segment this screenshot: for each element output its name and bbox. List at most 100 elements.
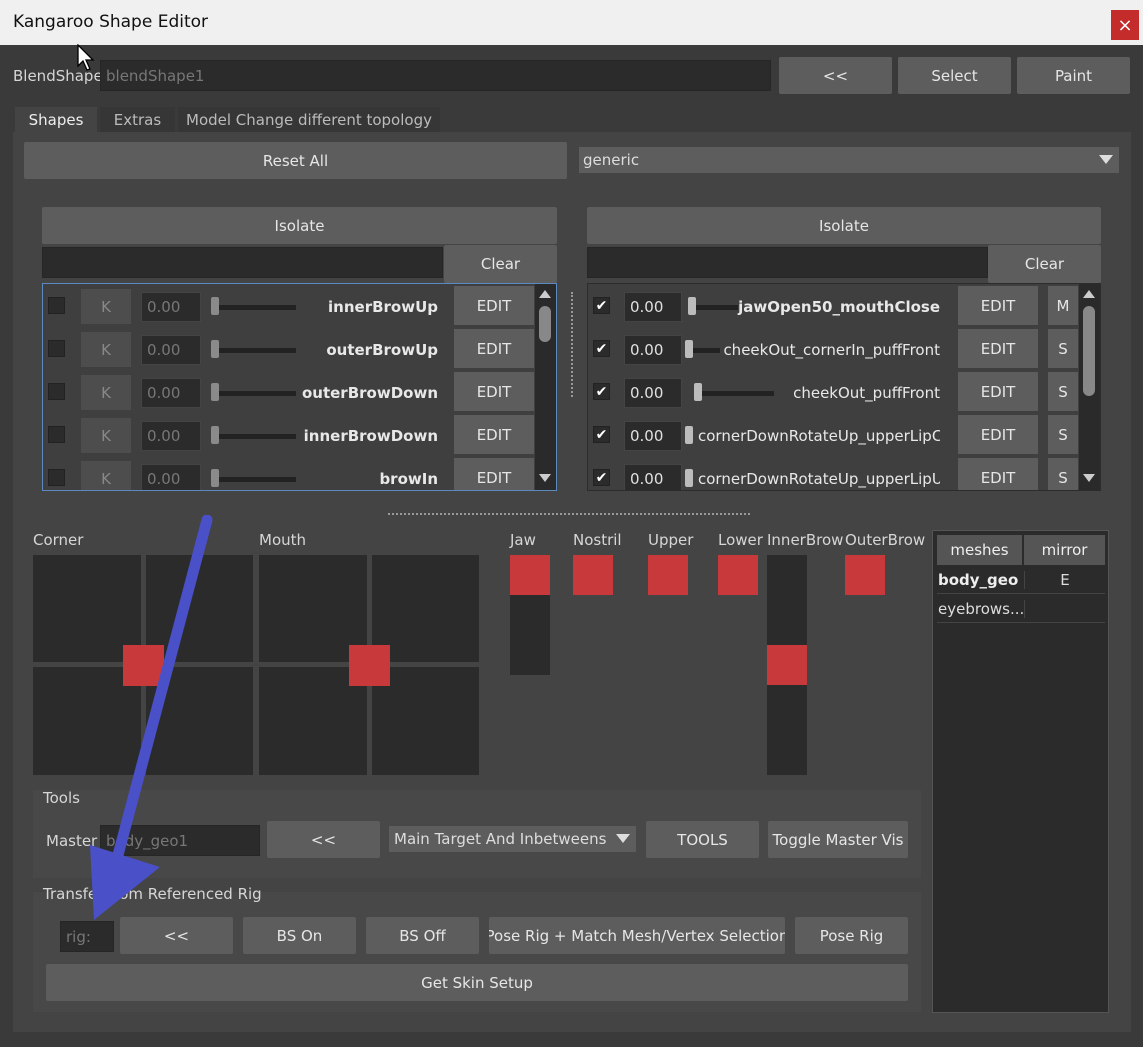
- weight-field[interactable]: 0.00: [141, 378, 201, 408]
- weight-slider-handle[interactable]: [211, 426, 219, 444]
- edit-button[interactable]: EDIT: [454, 329, 534, 368]
- weight-slider-handle[interactable]: [211, 469, 219, 487]
- lower-handle[interactable]: [718, 555, 758, 595]
- right-isolate-button[interactable]: Isolate: [587, 207, 1101, 244]
- weight-slider-handle[interactable]: [211, 383, 219, 401]
- inner-brow-slider-handle[interactable]: [767, 645, 807, 685]
- edit-button[interactable]: EDIT: [958, 286, 1038, 325]
- shape-checkbox[interactable]: [48, 469, 65, 486]
- table-row[interactable]: eyebrows...: [937, 595, 1105, 623]
- weight-field[interactable]: 0.00: [141, 464, 201, 490]
- shape-checkbox[interactable]: ✔: [593, 383, 610, 400]
- shape-checkbox[interactable]: [48, 340, 65, 357]
- weight-field[interactable]: 0.00: [624, 292, 682, 322]
- edit-button[interactable]: EDIT: [958, 458, 1038, 490]
- pose-rig-match-button[interactable]: Pose Rig + Match Mesh/Vertex Selection: [489, 917, 785, 954]
- edit-button[interactable]: EDIT: [958, 329, 1038, 368]
- master-back-button[interactable]: <<: [267, 821, 380, 858]
- weight-field[interactable]: 0.00: [624, 335, 682, 365]
- weight-field[interactable]: 0.00: [624, 378, 682, 408]
- tab-shapes[interactable]: Shapes: [15, 107, 97, 133]
- nostril-handle[interactable]: [573, 555, 613, 595]
- tab-model-change[interactable]: Model Change different topology: [178, 107, 440, 133]
- horizontal-splitter[interactable]: [388, 513, 750, 515]
- key-button[interactable]: K: [81, 375, 131, 410]
- weight-slider-handle[interactable]: [211, 340, 219, 358]
- vertical-splitter[interactable]: [571, 292, 573, 397]
- table-row[interactable]: body_geo E: [937, 566, 1105, 594]
- mouth-pad-handle[interactable]: [349, 645, 390, 686]
- weight-slider-handle[interactable]: [685, 426, 693, 444]
- mirror-header[interactable]: mirror: [1024, 535, 1105, 565]
- right-scrollbar[interactable]: [1079, 284, 1100, 490]
- weight-slider-handle[interactable]: [688, 297, 696, 315]
- scroll-up-icon[interactable]: [1083, 290, 1095, 298]
- bs-on-button[interactable]: BS On: [243, 917, 356, 954]
- mode-dropdown[interactable]: Main Target And Inbetweens: [389, 826, 636, 852]
- blendshape-back-button[interactable]: <<: [779, 57, 892, 94]
- left-clear-button[interactable]: Clear: [444, 245, 557, 283]
- jaw-slider-handle[interactable]: [510, 555, 550, 595]
- shape-checkbox[interactable]: ✔: [593, 340, 610, 357]
- tab-extras[interactable]: Extras: [100, 107, 175, 133]
- right-clear-button[interactable]: Clear: [988, 245, 1101, 283]
- shape-name: outerBrowDown: [301, 384, 438, 402]
- outer-brow-handle[interactable]: [845, 555, 885, 595]
- weight-field[interactable]: 0.00: [141, 292, 201, 322]
- shape-checkbox[interactable]: ✔: [593, 469, 610, 486]
- close-button[interactable]: ×: [1111, 10, 1139, 40]
- blendshape-field[interactable]: blendShape1: [100, 60, 771, 91]
- edit-button[interactable]: EDIT: [454, 286, 534, 325]
- scroll-thumb[interactable]: [1083, 306, 1095, 396]
- toggle-master-vis-button[interactable]: Toggle Master Vis: [768, 821, 908, 858]
- shape-name: jawOpen50_mouthClose: [738, 298, 940, 316]
- edit-button[interactable]: EDIT: [454, 415, 534, 454]
- scroll-down-icon[interactable]: [1083, 474, 1095, 482]
- rig-namespace-field[interactable]: rig:: [60, 921, 114, 952]
- reset-all-button[interactable]: Reset All: [24, 142, 567, 179]
- key-button[interactable]: K: [81, 332, 131, 367]
- mirror-flag-button[interactable]: S: [1048, 329, 1078, 368]
- weight-slider-handle[interactable]: [685, 469, 693, 487]
- edit-button[interactable]: EDIT: [454, 372, 534, 411]
- mirror-flag-button[interactable]: M: [1048, 286, 1078, 325]
- bs-off-button[interactable]: BS Off: [366, 917, 479, 954]
- upper-handle[interactable]: [648, 555, 688, 595]
- edit-button[interactable]: EDIT: [958, 415, 1038, 454]
- left-scrollbar[interactable]: [535, 284, 556, 490]
- weight-field[interactable]: 0.00: [141, 335, 201, 365]
- inner-brow-label: InnerBrow: [767, 531, 844, 549]
- mirror-flag-button[interactable]: S: [1048, 415, 1078, 454]
- paint-button[interactable]: Paint: [1017, 57, 1130, 94]
- shape-checkbox[interactable]: [48, 383, 65, 400]
- weight-field[interactable]: 0.00: [624, 464, 682, 490]
- weight-field[interactable]: 0.00: [141, 421, 201, 451]
- scroll-up-icon[interactable]: [539, 290, 551, 298]
- shape-checkbox[interactable]: ✔: [593, 297, 610, 314]
- get-skin-setup-button[interactable]: Get Skin Setup: [46, 964, 908, 1001]
- edit-button[interactable]: EDIT: [454, 458, 534, 490]
- mirror-flag-button[interactable]: S: [1048, 458, 1078, 490]
- weight-slider-handle[interactable]: [685, 340, 693, 358]
- left-filter-field[interactable]: [42, 247, 443, 278]
- weight-slider-handle[interactable]: [211, 297, 219, 315]
- preset-dropdown[interactable]: generic: [579, 147, 1119, 173]
- pose-rig-button[interactable]: Pose Rig: [795, 917, 908, 954]
- meshes-header[interactable]: meshes: [937, 535, 1022, 565]
- select-button[interactable]: Select: [898, 57, 1011, 94]
- left-isolate-button[interactable]: Isolate: [42, 207, 557, 244]
- weight-field[interactable]: 0.00: [624, 421, 682, 451]
- key-button[interactable]: K: [81, 289, 131, 324]
- scroll-down-icon[interactable]: [539, 474, 551, 482]
- scroll-thumb[interactable]: [539, 306, 551, 342]
- right-filter-field[interactable]: [587, 247, 988, 278]
- key-button[interactable]: K: [81, 418, 131, 453]
- shape-checkbox[interactable]: ✔: [593, 426, 610, 443]
- key-button[interactable]: K: [81, 461, 131, 490]
- mirror-flag-button[interactable]: S: [1048, 372, 1078, 411]
- shape-checkbox[interactable]: [48, 297, 65, 314]
- edit-button-label: EDIT: [980, 468, 1016, 487]
- tools-button[interactable]: TOOLS: [646, 821, 759, 858]
- edit-button[interactable]: EDIT: [958, 372, 1038, 411]
- shape-checkbox[interactable]: [48, 426, 65, 443]
